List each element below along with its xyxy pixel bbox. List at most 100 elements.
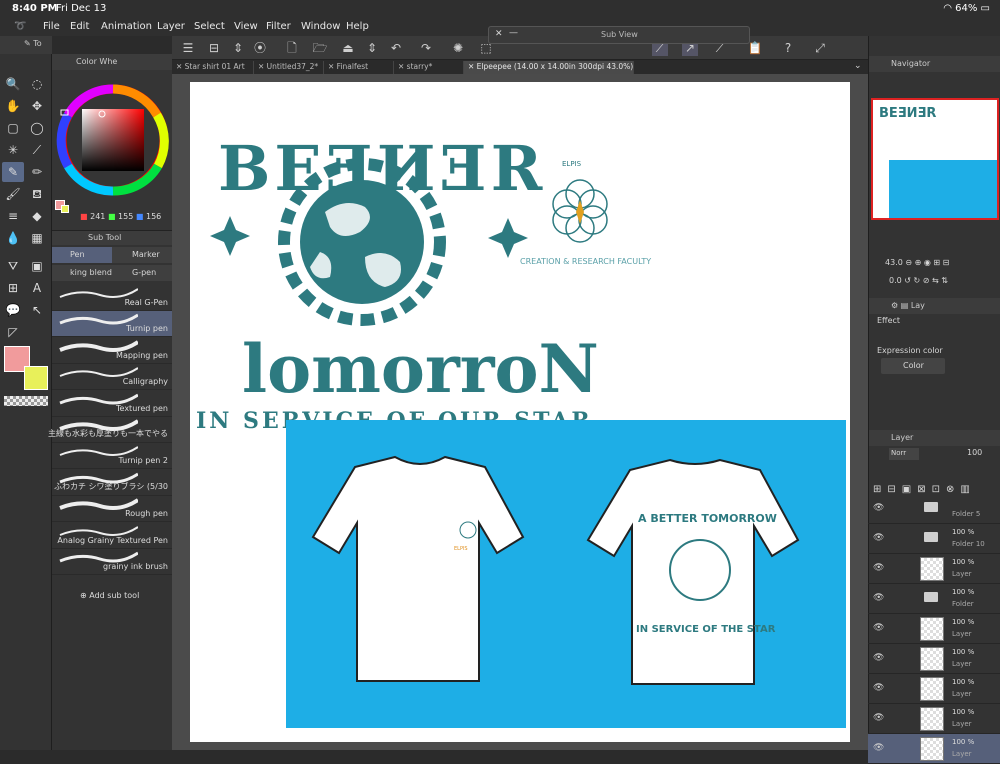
layer-row[interactable]: 👁 100 % Layer bbox=[868, 674, 1000, 704]
layer-row[interactable]: 👁 100 % Folder bbox=[868, 584, 1000, 614]
subtool-tab-king-blend[interactable]: king blend bbox=[52, 265, 112, 281]
menu-help[interactable]: Help bbox=[346, 21, 369, 32]
close-icon[interactable]: ✕ bbox=[495, 29, 503, 39]
eye-icon[interactable]: 👁 bbox=[873, 683, 884, 693]
brush-item[interactable]: Rough pen bbox=[52, 496, 172, 523]
fullscreen-icon[interactable]: ⤢ bbox=[812, 40, 828, 56]
tab-finalfest[interactable]: ✕ Finalfest bbox=[324, 61, 394, 74]
fill-tool-icon[interactable]: ⛛ bbox=[2, 256, 24, 276]
app-logo-icon[interactable]: ➰ bbox=[14, 21, 26, 32]
brush-item[interactable]: Real G-Pen bbox=[52, 285, 172, 311]
brush-item[interactable]: Turnip pen 2 bbox=[52, 443, 172, 470]
stepper-icon[interactable]: ⇕ bbox=[364, 40, 380, 56]
brush-item[interactable]: Calligraphy bbox=[52, 364, 172, 391]
lasso-select-icon[interactable]: ◯ bbox=[26, 118, 48, 138]
tab-untitled37[interactable]: ✕ Untitled37_2* bbox=[254, 61, 324, 74]
brush-item[interactable]: 主線も水彩も厚塗りも一本でやる bbox=[48, 417, 172, 443]
menu-window[interactable]: Window bbox=[301, 21, 340, 32]
object-tool-icon[interactable]: ↖ bbox=[26, 300, 48, 320]
text-tool-icon[interactable]: A bbox=[26, 278, 48, 298]
add-sub-tool-button[interactable]: ⊕ Add sub tool bbox=[80, 591, 139, 600]
brush-item[interactable]: ふわカチ シワ塗りブラシ (5/30 bbox=[52, 470, 172, 496]
layer-row[interactable]: 👁 100 % Layer bbox=[868, 704, 1000, 734]
brush-item[interactable]: Mapping pen bbox=[52, 338, 172, 364]
save-icon[interactable]: ⏏ bbox=[340, 40, 356, 56]
record-icon[interactable]: ⦿ bbox=[252, 40, 268, 56]
tab-star-shirt[interactable]: ✕ Star shirt 01 Art bbox=[172, 61, 254, 74]
blend-tool-icon[interactable]: 💧 bbox=[2, 228, 24, 248]
tab-starry[interactable]: ✕ starry* bbox=[394, 61, 464, 74]
pencil-tool-icon[interactable]: ✏ bbox=[26, 162, 48, 182]
brush-tool-icon[interactable]: 🖌 bbox=[2, 184, 24, 204]
layer-opacity[interactable]: 100 bbox=[967, 448, 982, 457]
blend-mode-select[interactable]: Norr bbox=[889, 448, 919, 460]
grid-tool-icon[interactable]: ▦ bbox=[26, 228, 48, 248]
menu-edit[interactable]: Edit bbox=[70, 21, 89, 32]
eye-icon[interactable]: 👁 bbox=[873, 533, 884, 543]
eraser-tool-icon[interactable]: ◆ bbox=[26, 206, 48, 226]
expression-color-select[interactable]: Color bbox=[881, 358, 945, 374]
redo-icon[interactable]: ↷ bbox=[418, 40, 434, 56]
eye-icon[interactable]: 👁 bbox=[873, 503, 884, 513]
frame-tool-icon[interactable]: ⊞ bbox=[2, 278, 24, 298]
tab-elpeepee[interactable]: ✕ Elpeepee (14.00 x 14.00in 300dpi 43.0%… bbox=[464, 61, 634, 74]
menu-filter[interactable]: Filter bbox=[266, 21, 291, 32]
menu-view[interactable]: View bbox=[234, 21, 258, 32]
transparent-swatch[interactable] bbox=[4, 396, 48, 406]
pen-tool-icon[interactable]: ✎ bbox=[2, 162, 24, 182]
subtool-tab-marker[interactable]: Marker bbox=[112, 247, 172, 263]
layer-row[interactable]: 👁 100 % Layer bbox=[868, 554, 1000, 584]
menu-icon[interactable]: ☰ bbox=[180, 40, 196, 56]
zoom-readout: 43.0 ⊖ ⊕ ◉ ⊞ ⊟ bbox=[885, 258, 950, 267]
color-wheel[interactable] bbox=[52, 82, 172, 200]
menu-animation[interactable]: Animation bbox=[101, 21, 152, 32]
layer-row[interactable]: 👁 Folder 5 bbox=[868, 494, 1000, 524]
layer-row[interactable]: 👁 100 % Layer bbox=[868, 644, 1000, 674]
sub-view-window[interactable]: ✕ — Sub View bbox=[488, 26, 750, 44]
help-icon[interactable]: ? bbox=[780, 40, 796, 56]
balloon-tool-icon[interactable]: 💬 bbox=[2, 300, 24, 320]
brush-item[interactable]: Turnip pen bbox=[52, 311, 172, 338]
new-icon[interactable]: ⊟ bbox=[206, 40, 222, 56]
chevron-icon[interactable]: ⇕ bbox=[230, 40, 246, 56]
menu-file[interactable]: File bbox=[43, 21, 60, 32]
brush-item[interactable]: Textured pen bbox=[52, 391, 172, 417]
layer-row[interactable]: 👁 100 % Layer bbox=[868, 734, 1000, 764]
menu-select[interactable]: Select bbox=[194, 21, 225, 32]
eye-icon[interactable]: 👁 bbox=[873, 743, 884, 753]
move-tool-icon[interactable]: ✥ bbox=[26, 96, 48, 116]
zoom-tool-icon[interactable]: 🔍 bbox=[2, 74, 24, 94]
menu-layer[interactable]: Layer bbox=[157, 21, 185, 32]
navigator-preview[interactable]: BEƎИƎR bbox=[871, 98, 999, 220]
eye-icon[interactable]: 👁 bbox=[873, 593, 884, 603]
undo-icon[interactable]: ↶ bbox=[388, 40, 404, 56]
hand-tool-icon[interactable]: ✋ bbox=[2, 96, 24, 116]
new-file-icon[interactable]: 🗋 bbox=[284, 40, 300, 56]
brush-item[interactable]: grainy ink brush bbox=[52, 549, 172, 575]
layer-row[interactable]: 👁 100 % Folder 10 bbox=[868, 524, 1000, 554]
eye-icon[interactable]: 👁 bbox=[873, 713, 884, 723]
open-icon[interactable]: 🗁 bbox=[312, 40, 328, 56]
minimize-icon[interactable]: — bbox=[509, 28, 518, 38]
eye-icon[interactable]: 👁 bbox=[873, 623, 884, 633]
airbrush-tool-icon[interactable]: ⛾ bbox=[26, 184, 48, 204]
subtool-tab-pen[interactable]: Pen bbox=[52, 247, 112, 263]
sub-color-swatch[interactable] bbox=[24, 366, 48, 390]
loading-icon[interactable]: ✺ bbox=[450, 40, 466, 56]
eye-icon[interactable]: 👁 bbox=[873, 653, 884, 663]
gradient-tool-icon[interactable]: ▣ bbox=[26, 256, 48, 276]
magic-wand-icon[interactable]: ✳ bbox=[2, 140, 24, 160]
lasso-tool-icon[interactable]: ◌ bbox=[26, 74, 48, 94]
eyedropper-icon[interactable]: ⟋ bbox=[26, 140, 48, 160]
eye-icon[interactable]: 👁 bbox=[873, 563, 884, 573]
ruler-tool-icon[interactable]: ◸ bbox=[2, 322, 24, 342]
decoration-tool-icon[interactable]: ≡ bbox=[2, 206, 24, 226]
brush-item[interactable]: Analog Grainy Textured Pen bbox=[52, 523, 172, 549]
mini-sub-swatch[interactable] bbox=[61, 205, 69, 213]
layer-row[interactable]: 👁 100 % Layer bbox=[868, 614, 1000, 644]
layer-name: Folder 10 bbox=[952, 540, 985, 548]
chevron-down-icon[interactable]: ⌄ bbox=[854, 61, 862, 71]
subtool-tab-g-pen[interactable]: G-pen bbox=[112, 265, 172, 281]
rect-select-icon[interactable]: ▢ bbox=[2, 118, 24, 138]
artwork-canvas[interactable]: BEƎИƎR lomorroN IN SERVICE OF OUR STAR E… bbox=[190, 82, 850, 742]
